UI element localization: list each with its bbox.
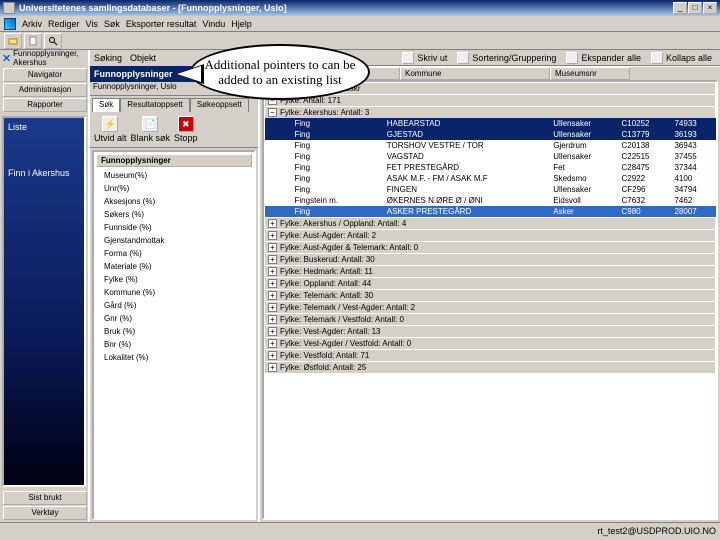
- table-row[interactable]: Fingstein m.ØKERNES N.ØRE Ø / ØNIEidsvol…: [265, 195, 716, 206]
- nav-liste[interactable]: Liste: [8, 122, 27, 132]
- table-row[interactable]: FingTORSHOV VESTRE / TORGjerdrumC2013836…: [265, 140, 716, 151]
- tab-objects-small[interactable]: Objekt: [130, 53, 156, 63]
- table-row[interactable]: FingASAK M.F. - FM / ASAK M.FSkedsmoC292…: [265, 173, 716, 184]
- stop-button[interactable]: ✖ Stopp: [174, 116, 198, 143]
- app-icon: [3, 2, 15, 14]
- maximize-button[interactable]: □: [688, 2, 702, 14]
- tree-item[interactable]: Museum(%): [96, 169, 252, 182]
- group-row[interactable]: +Fylke: Vestfold: Antall: 71: [265, 350, 716, 362]
- tool-open-icon[interactable]: [4, 33, 22, 49]
- right-panel: Skriv ut Sortering/Gruppering Ekspander …: [260, 50, 720, 522]
- group-row[interactable]: +Fylke: Telemark: Antall: 30: [265, 290, 716, 302]
- menu-help[interactable]: Hjelp: [231, 19, 252, 29]
- tree-item[interactable]: Aksesjons (%): [96, 195, 252, 208]
- result-grid[interactable]: −Gjenstand­stype: Beskr−Fylke: Antall: 1…: [262, 80, 718, 520]
- print-icon: [402, 52, 414, 64]
- tab-search[interactable]: Søk: [92, 98, 120, 112]
- menu-export[interactable]: Eksporter resultat: [126, 19, 197, 29]
- annotation-callout: Additional pointers to can be added to a…: [190, 44, 370, 109]
- table-row[interactable]: FingFINGENUllensakerCF29634794: [265, 184, 716, 195]
- lightning-icon: ⚡: [102, 116, 118, 132]
- table-row[interactable]: FingGJESTADUllensakerC1377936193: [265, 129, 716, 140]
- left-header: Funnopplysninger, Akershus: [0, 50, 88, 66]
- tree-item[interactable]: Forma (%): [96, 247, 252, 260]
- tree-item[interactable]: Bnr (%): [96, 338, 252, 351]
- group-row[interactable]: +Fylke: Østfold: Antall: 25: [265, 362, 716, 374]
- last-used-button[interactable]: Sist brukt: [3, 491, 87, 505]
- group-row[interactable]: +Fylke: Oppland: Antall: 44: [265, 278, 716, 290]
- status-text: rt_test2@USDPROD.UIO.NO: [597, 526, 716, 536]
- menu-search[interactable]: Søk: [104, 19, 120, 29]
- tree-header: Funnopplysninger: [96, 154, 252, 167]
- status-bar: rt_test2@USDPROD.UIO.NO: [0, 522, 720, 538]
- title-bar: Universitetenes samlingsdatabaser - [Fun…: [0, 0, 720, 16]
- table-row[interactable]: FingVAGSTADUllensakerC2251537455: [265, 151, 716, 162]
- group-row[interactable]: +Fylke: Buskerud: Antall: 30: [265, 254, 716, 266]
- sort-icon: [457, 52, 469, 64]
- group-row[interactable]: +Fylke: Akershus / Oppland: Antall: 4: [265, 218, 716, 230]
- collapse-icon: [651, 52, 663, 64]
- center-panel: Søking Objekt Funnopplysninger Funnopply…: [90, 50, 260, 522]
- navigator-pane[interactable]: Liste Finn i Akershus: [2, 116, 86, 487]
- close-button[interactable]: ×: [703, 2, 717, 14]
- collapse-all-right[interactable]: Kollaps alle: [651, 52, 712, 64]
- menu-view[interactable]: Vis: [86, 19, 98, 29]
- blank-icon: 📄: [142, 116, 158, 132]
- tools-button[interactable]: Verktøy: [3, 506, 87, 520]
- group-row[interactable]: +Fylke: Telemark / Vestfold: Antall: 0: [265, 314, 716, 326]
- col-museumsnr[interactable]: Museumsnr: [550, 67, 630, 80]
- blue-app-icon: [4, 18, 16, 30]
- tree-item[interactable]: Lokalitet (%): [96, 351, 252, 364]
- menu-file[interactable]: Arkiv: [22, 19, 42, 29]
- print-button[interactable]: Skriv ut: [402, 52, 447, 64]
- table-row[interactable]: FingFET PRESTEGÅRDFetC2847537344: [265, 162, 716, 173]
- tab-result[interactable]: Resultatoppsett: [120, 98, 190, 112]
- admin-button[interactable]: Administrasjon: [3, 83, 87, 97]
- nav-finn[interactable]: Finn i Akershus: [8, 168, 70, 178]
- tree-item[interactable]: Gnr (%): [96, 312, 252, 325]
- tree-item[interactable]: Bruk (%): [96, 325, 252, 338]
- tree-item[interactable]: Funnside (%): [96, 221, 252, 234]
- callout-text: Additional pointers to can be added to a…: [190, 44, 370, 100]
- group-row[interactable]: +Fylke: Vest-Agder: Antall: 13: [265, 326, 716, 338]
- tool-search-icon[interactable]: [44, 33, 62, 49]
- minimize-button[interactable]: _: [673, 2, 687, 14]
- menu-bar: Arkiv Rediger Vis Søk Eksporter resultat…: [0, 16, 720, 32]
- blank-search-button[interactable]: 📄 Blank søk: [131, 116, 171, 143]
- table-row[interactable]: FingASKER PRESTEGÅRDAskerC98028007: [265, 206, 716, 218]
- group-row[interactable]: +Fylke: Vest-Agder / Vestfold: Antall: 0: [265, 338, 716, 350]
- tree-item[interactable]: Unr(%): [96, 182, 252, 195]
- col-kommune[interactable]: Kommune: [400, 67, 550, 80]
- group-row[interactable]: +Fylke: Aust-Agder & Telemark: Antall: 0: [265, 242, 716, 254]
- expand-all-button[interactable]: ⚡ Utvid alt: [94, 116, 127, 143]
- left-panel: Funnopplysninger, Akershus Navigator Adm…: [0, 50, 90, 522]
- group-row[interactable]: +Fylke: Telemark / Vest-Agder: Antall: 2: [265, 302, 716, 314]
- stop-icon: ✖: [178, 116, 194, 132]
- tab-search-small[interactable]: Søking: [94, 53, 122, 63]
- blue-x-icon: [3, 53, 10, 63]
- sort-group-button[interactable]: Sortering/Gruppering: [457, 52, 556, 64]
- tree-item[interactable]: Fylke (%): [96, 273, 252, 286]
- field-tree[interactable]: Funnopplysninger Museum(%)Unr(%)Aksesjon…: [92, 150, 256, 520]
- menu-edit[interactable]: Rediger: [48, 19, 80, 29]
- center-toolrow: ⚡ Utvid alt 📄 Blank søk ✖ Stopp: [90, 112, 258, 148]
- table-row[interactable]: FingHABEARSTADUllensakerC1025274933: [265, 118, 716, 129]
- expand-all-right[interactable]: Ekspander alle: [566, 52, 641, 64]
- reports-button[interactable]: Rapporter: [3, 98, 87, 112]
- expand-icon: [566, 52, 578, 64]
- window-title: Universitetenes samlingsdatabaser - [Fun…: [19, 3, 673, 13]
- tree-item[interactable]: Søkers (%): [96, 208, 252, 221]
- tree-item[interactable]: Gjenstand­mottak: [96, 234, 252, 247]
- left-header-label: Funnopplysninger, Akershus: [13, 49, 85, 67]
- group-row[interactable]: +Fylke: Hedmark: Antall: 11: [265, 266, 716, 278]
- tree-item[interactable]: Materiale (%): [96, 260, 252, 273]
- tree-item[interactable]: Kommune (%): [96, 286, 252, 299]
- tree-item[interactable]: Gård (%): [96, 299, 252, 312]
- navigator-button[interactable]: Navigator: [3, 68, 87, 82]
- menu-window[interactable]: Vindu: [202, 19, 225, 29]
- group-row[interactable]: +Fylke: Aust-Agder: Antall: 2: [265, 230, 716, 242]
- tool-page-icon[interactable]: [24, 33, 42, 49]
